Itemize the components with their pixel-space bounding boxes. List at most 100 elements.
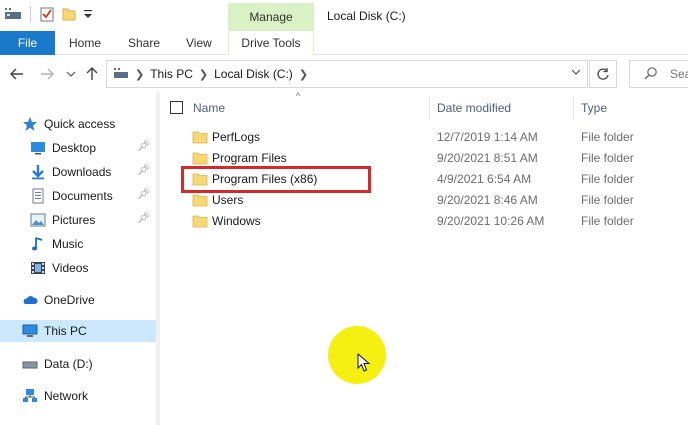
forward-arrow-icon[interactable] — [38, 65, 56, 83]
folder-icon — [192, 194, 208, 207]
download-icon — [32, 165, 44, 180]
file-name: Program Files — [212, 151, 287, 165]
drive-app-icon[interactable] — [4, 7, 22, 21]
file-list: ^ Name Date modified Type PerfLogs 12/7/… — [160, 91, 688, 425]
pin-icon[interactable]: 📌︎ — [137, 141, 150, 152]
sidebar-item-downloads[interactable]: Downloads 📌︎ — [0, 161, 156, 183]
window-title: Local Disk (C:) — [327, 9, 406, 23]
sidebar-item-label: Downloads — [52, 165, 112, 179]
toolbar-separator — [30, 6, 31, 22]
tab-view[interactable]: View — [186, 31, 212, 55]
search-box[interactable]: Sea — [629, 60, 688, 88]
select-all-checkbox[interactable] — [170, 101, 183, 114]
navigation-bar: ❯ This PC ❯ Local Disk (C:) ❯ Sea — [0, 56, 688, 92]
sidebar-item-music[interactable]: Music — [0, 233, 156, 255]
file-date: 12/7/2019 1:14 AM — [437, 130, 538, 144]
column-header-date[interactable]: Date modified — [437, 92, 511, 124]
sidebar-item-label: Quick access — [44, 117, 116, 131]
drive-icon — [22, 361, 38, 369]
file-name: Windows — [212, 214, 261, 228]
pictures-icon — [30, 213, 46, 227]
file-row-users[interactable]: Users 9/20/2021 8:46 AM File folder — [188, 190, 658, 211]
this-pc-small-icon — [114, 68, 128, 78]
folder-icon — [192, 215, 208, 228]
title-bar: Manage Local Disk (C:) — [0, 0, 688, 31]
tab-drive-tools[interactable]: Drive Tools — [228, 31, 314, 55]
cloud-icon — [23, 296, 38, 304]
file-date: 4/9/2021 6:54 AM — [437, 172, 532, 186]
chevron-right-icon[interactable]: ❯ — [199, 68, 208, 81]
column-header-type[interactable]: Type — [581, 92, 607, 124]
search-placeholder: Sea — [670, 67, 688, 81]
pin-icon[interactable]: 📌︎ — [137, 189, 150, 200]
sidebar-item-this-pc[interactable]: This PC — [0, 320, 156, 342]
breadcrumb-local-disk[interactable]: Local Disk (C:) — [214, 67, 293, 81]
breadcrumb-this-pc[interactable]: This PC — [150, 67, 193, 81]
back-arrow-icon[interactable] — [8, 65, 26, 83]
properties-icon[interactable] — [39, 6, 55, 22]
file-type: File folder — [581, 130, 634, 144]
sidebar-item-label: Network — [44, 389, 89, 403]
sidebar-item-pictures[interactable]: Pictures 📌︎ — [0, 209, 156, 231]
file-type: File folder — [581, 151, 634, 165]
customize-toolbar-icon[interactable] — [83, 7, 93, 21]
sidebar-item-network[interactable]: Network — [0, 385, 156, 407]
chevron-right-icon[interactable]: ❯ — [299, 68, 308, 81]
column-header-name[interactable]: Name — [193, 92, 225, 124]
file-row-windows[interactable]: Windows 9/20/2021 10:26 AM File folder — [188, 211, 658, 232]
chevron-right-icon[interactable]: ❯ — [135, 68, 144, 81]
tab-file[interactable]: File — [0, 31, 55, 55]
sidebar-item-label: Pictures — [52, 213, 96, 227]
pin-icon[interactable]: 📌︎ — [137, 165, 150, 176]
file-name: PerfLogs — [212, 130, 261, 144]
refresh-icon — [597, 68, 609, 80]
tab-home[interactable]: Home — [69, 31, 101, 55]
music-icon — [32, 237, 43, 251]
network-icon — [23, 389, 37, 402]
documents-icon — [32, 188, 44, 204]
sidebar-item-data-drive[interactable]: Data (D:) — [0, 353, 156, 375]
file-name: Users — [212, 193, 244, 207]
breadcrumb: ❯ This PC ❯ Local Disk (C:) ❯ — [113, 61, 308, 87]
navigation-pane: Quick access Desktop 📌︎ Downloads 📌︎ Doc… — [0, 92, 160, 425]
new-folder-icon[interactable] — [61, 6, 77, 22]
file-date: 9/20/2021 8:46 AM — [437, 193, 538, 207]
tab-manage[interactable]: Manage — [228, 3, 314, 31]
star-icon — [23, 117, 37, 131]
file-date: 9/20/2021 8:51 AM — [437, 151, 538, 165]
pin-icon[interactable]: 📌︎ — [137, 213, 150, 224]
refresh-button[interactable] — [589, 60, 617, 88]
sidebar-item-label: OneDrive — [44, 293, 95, 307]
highlight-annotation-box — [181, 166, 371, 193]
videos-icon — [31, 262, 45, 274]
ribbon-tabs: File Home Share View Drive Tools — [0, 31, 688, 55]
sidebar-item-label: Data (D:) — [44, 357, 93, 371]
sidebar-item-label: This PC — [44, 324, 87, 338]
file-type: File folder — [581, 214, 634, 228]
sidebar-item-label: Documents — [52, 189, 113, 203]
mouse-cursor-icon — [357, 353, 371, 372]
address-bar[interactable]: ❯ This PC ❯ Local Disk (C:) ❯ — [106, 60, 588, 88]
folder-icon — [192, 131, 208, 144]
computer-icon — [22, 324, 38, 337]
file-type: File folder — [581, 193, 634, 207]
sidebar-item-documents[interactable]: Documents 📌︎ — [0, 185, 156, 207]
sidebar-item-label: Music — [52, 237, 84, 251]
file-row-perflogs[interactable]: PerfLogs 12/7/2019 1:14 AM File folder — [188, 127, 658, 148]
up-arrow-icon[interactable] — [83, 65, 101, 83]
column-divider[interactable] — [429, 96, 430, 120]
column-divider[interactable] — [573, 96, 574, 120]
folder-icon — [192, 152, 208, 165]
desktop-icon — [31, 142, 45, 155]
sidebar-item-onedrive[interactable]: OneDrive — [0, 289, 156, 311]
file-type: File folder — [581, 172, 634, 186]
sidebar-item-desktop[interactable]: Desktop 📌︎ — [0, 137, 156, 159]
search-icon — [644, 67, 657, 80]
address-dropdown-icon[interactable] — [571, 67, 581, 77]
recent-locations-chevron-icon[interactable] — [62, 65, 80, 83]
sidebar-item-quick-access[interactable]: Quick access — [0, 113, 156, 135]
sidebar-item-videos[interactable]: Videos — [0, 257, 156, 279]
sidebar-item-label: Desktop — [52, 141, 97, 155]
sidebar-item-label: Videos — [52, 261, 89, 275]
tab-share[interactable]: Share — [128, 31, 160, 55]
